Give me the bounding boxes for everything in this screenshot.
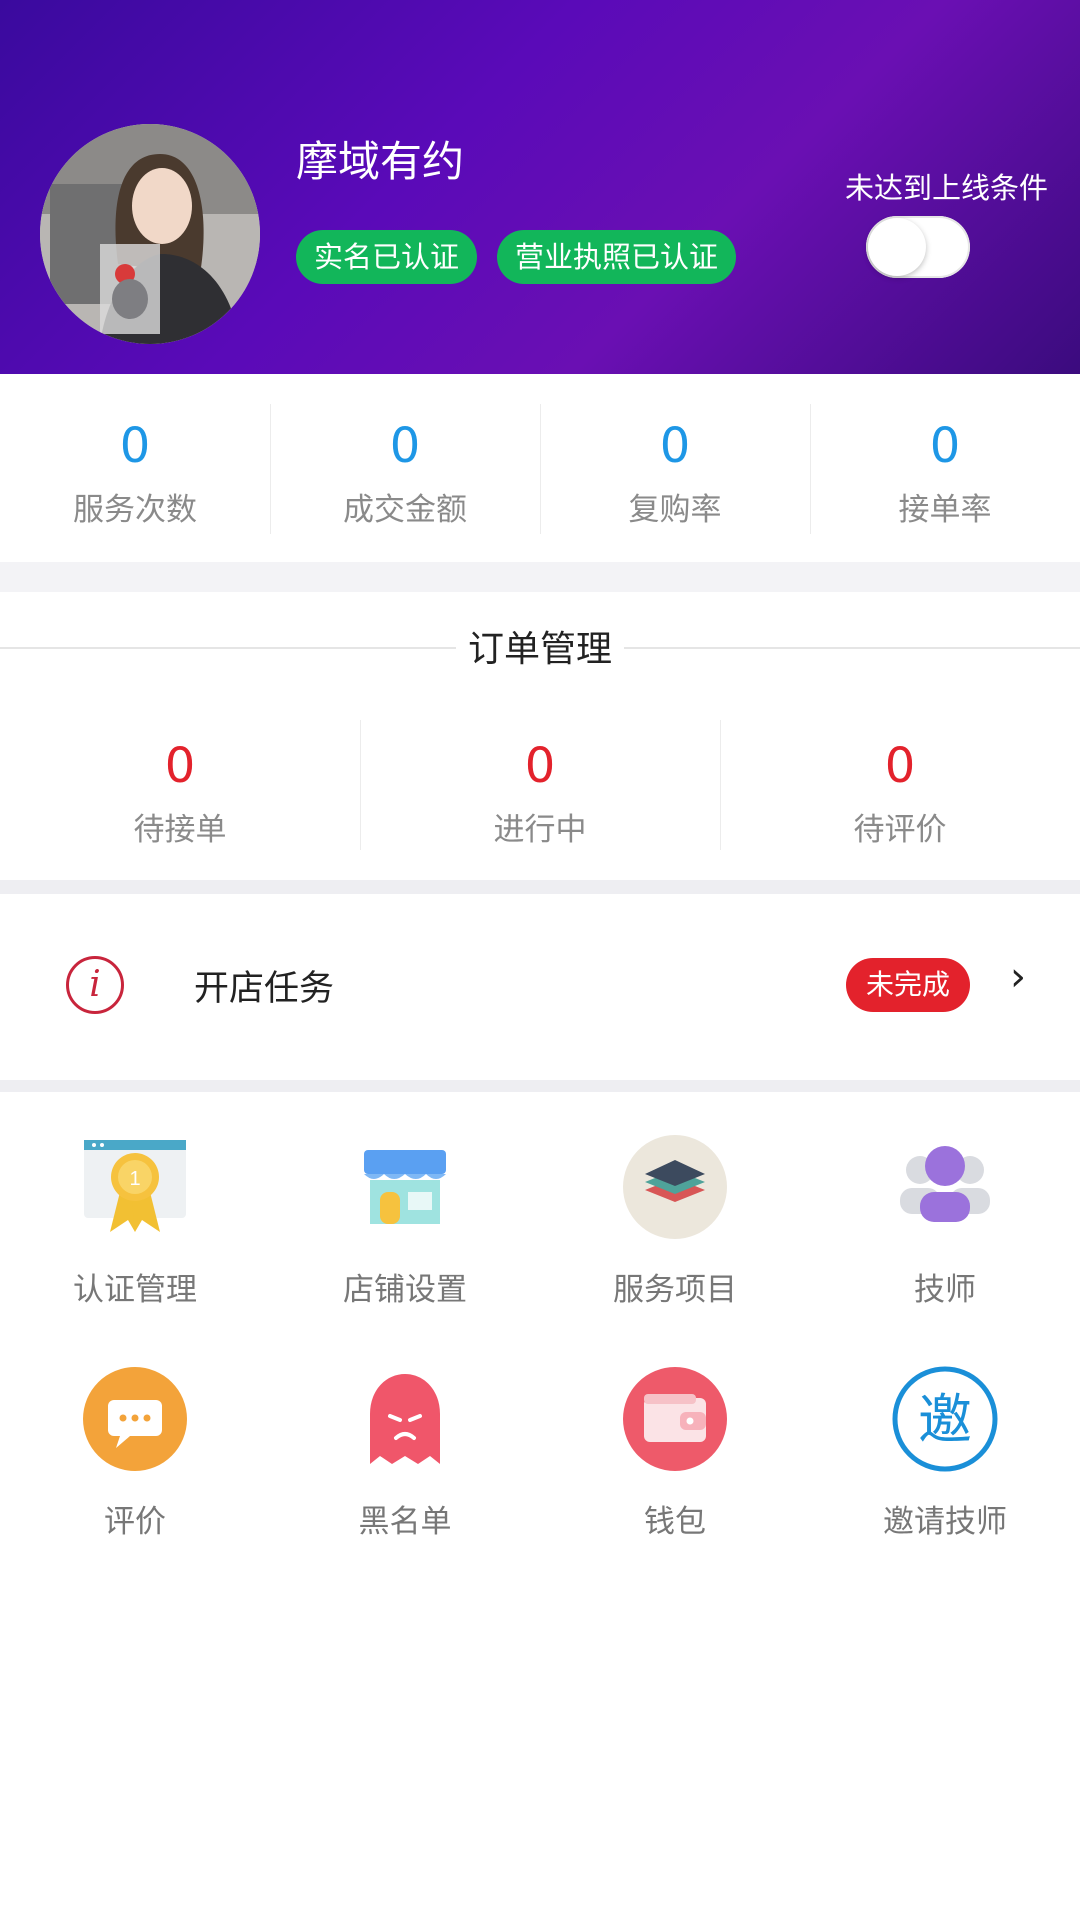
- menu-store-settings[interactable]: 店铺设置: [270, 1120, 540, 1352]
- online-toggle[interactable]: [866, 216, 970, 278]
- profile-header: 摩域有约 实名已认证 营业执照已认证 未达到上线条件: [0, 0, 1080, 374]
- menu-label: 服务项目: [613, 1272, 737, 1308]
- avatar-photo: [40, 124, 260, 344]
- stat-order-accept-rate[interactable]: 0 接单率: [810, 374, 1080, 562]
- menu-label: 黑名单: [358, 1504, 452, 1540]
- stats-bar: 0 服务次数 0 成交金额 0 复购率 0 接单率: [0, 374, 1080, 562]
- order-pending-review[interactable]: 0 待评价: [720, 720, 1080, 860]
- menu-certification[interactable]: 1 认证管理: [0, 1120, 270, 1352]
- menu-label: 店铺设置: [343, 1272, 467, 1308]
- task-title: 开店任务: [194, 969, 335, 1009]
- orders-section-header: 订单管理: [0, 620, 1080, 680]
- order-count: 0: [884, 738, 916, 794]
- stat-value: 0: [659, 418, 691, 474]
- toggle-knob: [868, 218, 926, 276]
- certificate-icon: 1: [80, 1132, 190, 1242]
- feature-grid: 1 认证管理 店铺设置 服务项目 技师 评价 黑名单 钱包 邀 邀请技师: [0, 1120, 1080, 1584]
- menu-invite-technician[interactable]: 邀 邀请技师: [810, 1352, 1080, 1584]
- orders-title: 订单管理: [455, 620, 625, 672]
- order-label: 进行中: [493, 812, 587, 848]
- wallet-icon: [620, 1364, 730, 1474]
- task-status-badge: 未完成: [846, 958, 971, 1012]
- menu-blacklist[interactable]: 黑名单: [270, 1352, 540, 1584]
- stat-label: 复购率: [628, 492, 722, 528]
- real-name-verified-badge: 实名已认证: [296, 230, 478, 284]
- order-in-progress[interactable]: 0 进行中: [360, 720, 720, 860]
- menu-wallet[interactable]: 钱包: [540, 1352, 810, 1584]
- order-pending-accept[interactable]: 0 待接单: [0, 720, 360, 860]
- menu-label: 评价: [104, 1504, 166, 1540]
- avatar[interactable]: [40, 124, 260, 344]
- technician-icon: [890, 1132, 1000, 1242]
- stat-label: 成交金额: [343, 492, 467, 528]
- stat-value: 0: [119, 418, 151, 474]
- menu-label: 认证管理: [73, 1272, 197, 1308]
- menu-reviews[interactable]: 评价: [0, 1352, 270, 1584]
- svg-text:1: 1: [129, 1168, 140, 1190]
- info-icon: i: [66, 956, 124, 1014]
- layers-icon: [620, 1132, 730, 1242]
- order-count: 0: [164, 738, 196, 794]
- stat-label: 服务次数: [73, 492, 197, 528]
- section-divider: [0, 880, 1080, 894]
- menu-label: 邀请技师: [883, 1504, 1007, 1540]
- invite-glyph: 邀: [918, 1388, 972, 1451]
- stat-repurchase-rate[interactable]: 0 复购率: [540, 374, 810, 562]
- store-icon: [350, 1132, 460, 1242]
- menu-label: 技师: [914, 1272, 976, 1308]
- order-label: 待接单: [133, 812, 227, 848]
- stat-transaction-amount[interactable]: 0 成交金额: [270, 374, 540, 562]
- stat-value: 0: [929, 418, 961, 474]
- business-license-verified-badge: 营业执照已认证: [497, 230, 737, 284]
- menu-technicians[interactable]: 技师: [810, 1120, 1080, 1352]
- menu-label: 钱包: [644, 1504, 706, 1540]
- stat-service-count[interactable]: 0 服务次数: [0, 374, 270, 562]
- order-count: 0: [524, 738, 556, 794]
- order-status-row: 0 待接单 0 进行中 0 待评价: [0, 720, 1080, 860]
- section-divider: [0, 1080, 1080, 1092]
- ghost-icon: [350, 1364, 460, 1474]
- chevron-right-icon: ›: [1010, 954, 1026, 1000]
- order-label: 待评价: [853, 812, 947, 848]
- invite-icon: 邀: [890, 1364, 1000, 1474]
- shop-opening-task-row[interactable]: i 开店任务 未完成 ›: [0, 894, 1080, 1080]
- menu-service-items[interactable]: 服务项目: [540, 1120, 810, 1352]
- stat-value: 0: [389, 418, 421, 474]
- shop-name: 摩域有约: [296, 137, 465, 186]
- comment-icon: [80, 1364, 190, 1474]
- stat-label: 接单率: [898, 492, 992, 528]
- section-divider: [0, 562, 1080, 592]
- online-status-label: 未达到上线条件: [844, 171, 1048, 205]
